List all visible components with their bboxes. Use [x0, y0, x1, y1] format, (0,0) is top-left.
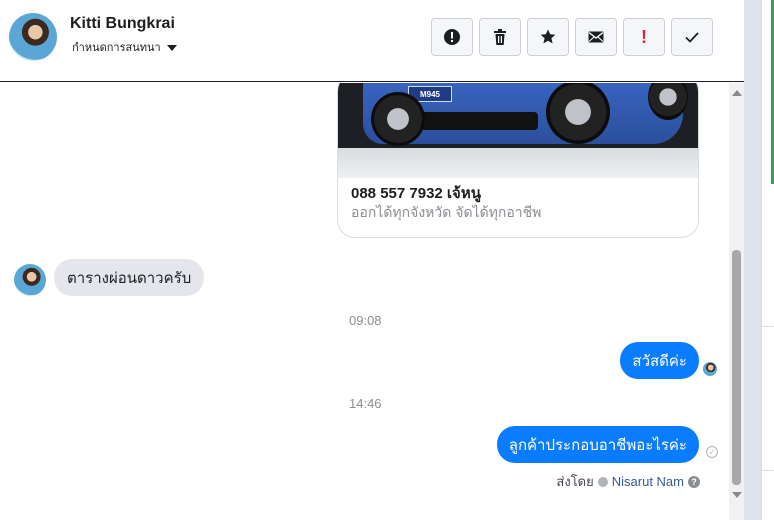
timestamp: 14:46 — [349, 396, 382, 411]
seen-avatar — [703, 362, 717, 376]
contact-avatar[interactable] — [9, 13, 57, 61]
contact-name[interactable]: Kitti Bungkrai — [70, 15, 175, 33]
car-photo: M945 — [338, 83, 698, 178]
sender-avatar[interactable] — [14, 264, 46, 296]
scroll-up-icon[interactable] — [732, 90, 742, 96]
mark-spam-button[interactable] — [431, 18, 473, 56]
chevron-down-icon — [166, 44, 177, 51]
outgoing-message[interactable]: สวัสดีค่ะ — [620, 342, 699, 379]
mark-done-button[interactable] — [671, 18, 713, 56]
envelope-icon — [588, 31, 604, 43]
help-icon[interactable]: ? — [688, 475, 700, 488]
checkmark-icon — [685, 32, 699, 43]
conversation-view: Kitti Bungkrai กำหนดการสนทนา ! M945 088 … — [0, 0, 774, 520]
star-button[interactable] — [527, 18, 569, 56]
assign-conversation-dropdown[interactable]: กำหนดการสนทนา — [72, 38, 177, 56]
conversation-toolbar: ! — [431, 18, 713, 56]
agent-mini-icon — [597, 476, 608, 487]
sent-check-icon: ✓ — [706, 446, 718, 458]
mark-unread-button[interactable] — [575, 18, 617, 56]
delete-button[interactable] — [479, 18, 521, 56]
card-subtitle: ออกได้ทุกจังหวัด จัดได้ทุกอาชีพ — [351, 204, 542, 220]
scroll-thumb[interactable] — [732, 250, 741, 485]
star-icon — [540, 29, 556, 44]
sent-by-line: ส่งโดย Nisarut Nam ? — [556, 471, 700, 492]
message-thread[interactable]: M945 088 557 7932 เจ้หนู ออกได้ทุกจังหวั… — [0, 83, 729, 520]
car-wheel — [546, 83, 610, 144]
alert-circle-icon — [444, 29, 460, 45]
incoming-message[interactable]: ตารางผ่อนดาวครับ — [54, 259, 205, 296]
sent-by-label: ส่งโดย — [556, 474, 594, 489]
agent-name[interactable]: Nisarut Nam — [612, 474, 684, 489]
shared-post-card[interactable]: M945 088 557 7932 เจ้หนู ออกได้ทุกจังหวั… — [337, 83, 699, 238]
assign-label: กำหนดการสนทนา — [72, 42, 161, 54]
mark-important-button[interactable]: ! — [623, 18, 665, 56]
timestamp: 09:08 — [349, 313, 382, 328]
thread-scrollbar[interactable] — [729, 83, 744, 520]
conversation-header: Kitti Bungkrai กำหนดการสนทนา ! — [0, 0, 744, 82]
outgoing-message[interactable]: ลูกค้าประกอบอาชีพอะไรค่ะ — [496, 426, 699, 463]
car-wheel — [371, 92, 425, 146]
panel-divider — [744, 0, 761, 520]
scroll-down-icon[interactable] — [732, 492, 742, 498]
trash-icon — [494, 29, 506, 45]
right-info-panel — [761, 0, 774, 520]
